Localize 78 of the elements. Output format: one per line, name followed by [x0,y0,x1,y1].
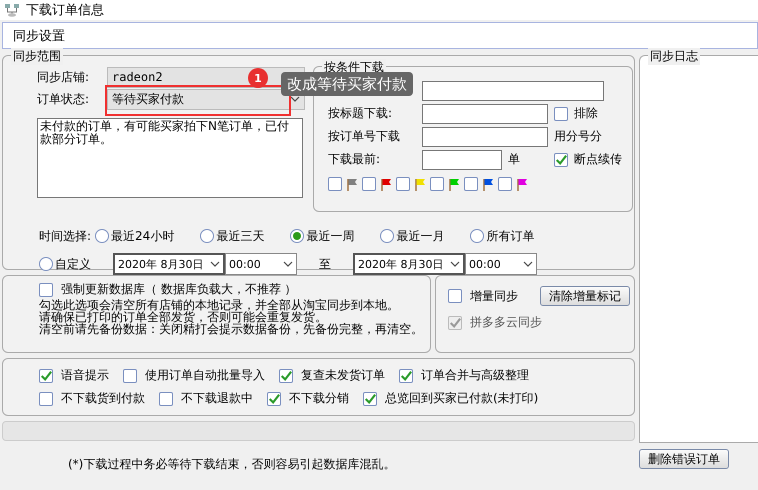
checkbox[interactable] [448,289,462,303]
checkbox-label: 强制更新数据库（ 数据库负载大，不推荐 ） [61,281,297,298]
group-title: 同步范围 [11,48,63,65]
radio-button[interactable] [95,229,110,243]
input-field[interactable] [422,150,502,170]
time-dropdown[interactable]: 00:00 [225,253,297,275]
checkbox-label: 总览回到买家已付款(未打印) [385,390,538,407]
checkbox[interactable] [363,392,377,406]
group-title: 同步日志 [648,48,700,65]
field-label: 同步店铺: [37,68,90,86]
radio-button[interactable] [200,229,214,243]
range-separator: 至 [319,256,331,272]
unit-label: 单 [508,151,520,168]
warning-text: 请确保已打印的订单全部发货，否则可能会重复发货。 [39,311,327,323]
radio-label: 最近一周 [306,228,354,244]
radio-button[interactable] [470,229,484,243]
radio-button[interactable] [39,257,53,271]
radio-button[interactable] [380,229,394,243]
description-box: 未付款的订单，有可能买家拍下N笔订单，已付款部分订单。 [37,118,303,198]
annotation-tooltip: 改成等待买家付款 [281,72,413,96]
checkbox[interactable] [399,368,413,382]
checkbox[interactable] [159,392,173,406]
caret-icon [290,96,300,102]
warning-text: 清空前请先备份数据：关闭精打会提示数据备份，先备份完整，再清空。 [39,323,424,335]
field-label: 订单状态: [37,90,90,108]
radio-label: 自定义 [55,256,91,272]
section-header: 同步设置 [2,22,758,49]
network-icon [4,3,20,17]
checkbox-label: 排除 [574,105,598,122]
checkbox[interactable] [39,368,53,382]
input-field[interactable] [422,126,548,146]
checkbox-label: 使用订单自动批量导入 [145,367,265,384]
checkbox[interactable] [123,368,137,382]
checkbox-label: 断点续传 [574,151,622,168]
checkbox[interactable] [430,177,444,191]
field-label: 下载最前: [328,151,382,168]
checkbox-label: 订单合并与高级整理 [421,367,529,384]
field-label: 按订单号下载 [328,128,401,145]
checkbox-label: 复查未发货订单 [301,367,385,384]
time-dropdown[interactable]: 00:00 [465,253,537,275]
checkbox-label: 不下载退款中 [181,390,253,407]
caret-icon [450,261,460,267]
checkbox-label: 语音提示 [61,367,109,384]
checkbox[interactable] [498,177,512,191]
radio-label: 所有订单 [486,228,534,244]
checkbox-label: 拼多多云同步 [470,314,542,331]
checkbox[interactable] [396,177,410,191]
clear-button[interactable]: 清除增量标记 [540,286,630,306]
date-picker[interactable]: 2020年 8月30日 [113,253,225,275]
hint-text: 用分号分 [554,128,602,145]
radio-label: 最近三天 [216,228,264,244]
input-field[interactable] [422,104,548,124]
note-text: (*)下载过程中务必等待下载结束，否则容易引起数据库混乱。 [68,456,396,473]
checkbox[interactable] [39,282,53,296]
input-field[interactable] [422,80,604,100]
checkbox-label: 增量同步 [470,288,518,304]
checkbox[interactable] [267,392,281,406]
checkbox-label: 不下载分销 [289,390,349,407]
field-label: 按标题下载: [328,105,394,122]
warning-text: 勾选此选项会清空所有店铺的本地记录，并全部从淘宝同步到本地。 [39,299,400,311]
radio-label: 最近一月 [396,228,444,244]
delete-button[interactable]: 删除错误订单 [639,449,729,469]
checkbox[interactable] [328,177,342,191]
checkbox[interactable] [554,152,568,166]
date-picker[interactable]: 2020年 8月30日 [353,253,465,275]
window-title: 下载订单信息 [26,2,104,19]
checkbox[interactable] [554,106,568,120]
caret-icon [523,261,533,267]
radio-label: 最近24小时 [111,228,174,244]
checkbox[interactable] [39,392,53,406]
field-label: 时间选择: [39,228,92,244]
caret-icon [210,261,220,267]
checkbox[interactable] [362,177,376,191]
checkbox-label: 不下载货到付款 [61,390,145,407]
caret-icon [283,261,293,267]
radio-button[interactable] [290,229,304,243]
checkbox[interactable] [464,177,478,191]
checkbox[interactable] [279,368,293,382]
